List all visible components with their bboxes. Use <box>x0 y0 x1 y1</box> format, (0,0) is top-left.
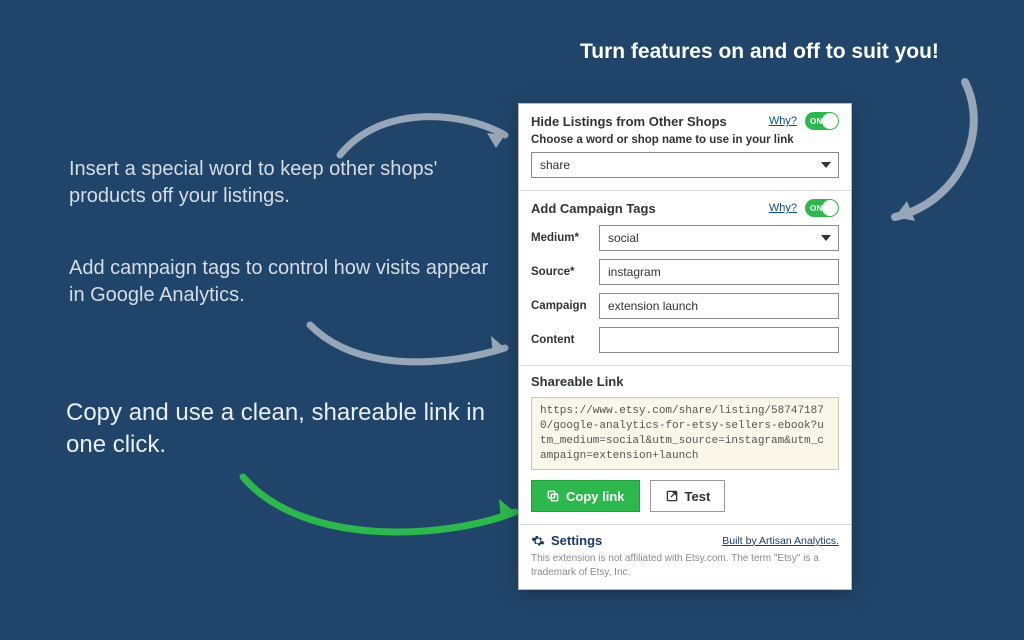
annotation-headline: Turn features on and off to suit you! <box>580 38 939 66</box>
external-link-icon <box>665 489 679 503</box>
arrow-headline-icon <box>870 72 990 232</box>
hide-word-select[interactable]: share <box>531 152 839 178</box>
medium-select[interactable]: social <box>599 225 839 251</box>
arrow-copy-icon <box>233 462 533 552</box>
annotation-copy: Copy and use a clean, shareable link in … <box>66 397 486 462</box>
hide-listings-title: Hide Listings from Other Shops <box>531 114 727 129</box>
campaign-label: Campaign <box>531 300 593 312</box>
panel-footer: Settings Built by Artisan Analytics. Thi… <box>519 525 851 589</box>
test-label: Test <box>685 489 711 504</box>
shareable-link-box[interactable]: https://www.etsy.com/share/listing/58747… <box>531 397 839 470</box>
hide-why-link[interactable]: Why? <box>769 115 797 127</box>
settings-label: Settings <box>551 533 602 548</box>
tags-why-link[interactable]: Why? <box>769 202 797 214</box>
copy-icon <box>546 489 560 503</box>
medium-label: Medium* <box>531 232 593 244</box>
content-input[interactable] <box>599 327 839 353</box>
settings-link[interactable]: Settings <box>531 533 602 548</box>
hide-listings-section: Hide Listings from Other Shops Why? Choo… <box>519 104 851 191</box>
campaign-tags-section: Add Campaign Tags Why? Medium* social So… <box>519 191 851 366</box>
copy-link-label: Copy link <box>566 489 625 504</box>
shareable-link-title: Shareable Link <box>531 374 839 389</box>
gear-icon <box>531 534 545 548</box>
hide-toggle[interactable] <box>805 112 839 130</box>
extension-panel: Hide Listings from Other Shops Why? Choo… <box>518 103 852 590</box>
tags-toggle[interactable] <box>805 199 839 217</box>
content-label: Content <box>531 334 593 346</box>
test-button[interactable]: Test <box>650 480 726 512</box>
source-label: Source* <box>531 266 593 278</box>
campaign-input[interactable] <box>599 293 839 319</box>
shareable-link-section: Shareable Link https://www.etsy.com/shar… <box>519 366 851 525</box>
campaign-tags-title: Add Campaign Tags <box>531 201 656 216</box>
arrow-hide-icon <box>330 100 520 170</box>
disclaimer-text: This extension is not affiliated with Et… <box>531 552 839 579</box>
source-input[interactable] <box>599 259 839 285</box>
built-by-link[interactable]: Built by Artisan Analytics. <box>722 535 839 547</box>
arrow-tags-icon <box>300 310 520 380</box>
copy-link-button[interactable]: Copy link <box>531 480 640 512</box>
annotation-tags: Add campaign tags to control how visits … <box>69 255 489 309</box>
hide-sublabel: Choose a word or shop name to use in you… <box>531 134 839 146</box>
